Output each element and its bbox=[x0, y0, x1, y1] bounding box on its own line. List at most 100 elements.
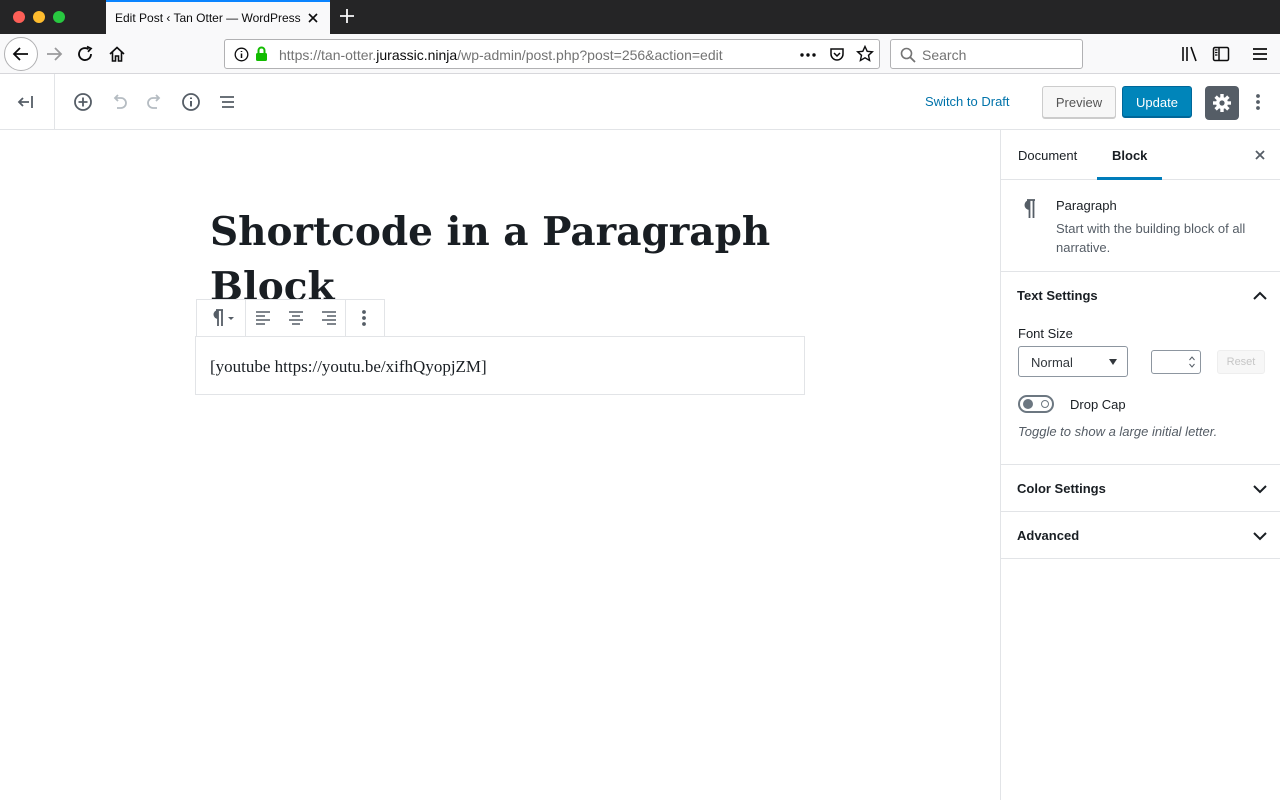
bookmark-star-icon[interactable] bbox=[856, 45, 874, 63]
sidebar-toggle-button[interactable] bbox=[1209, 42, 1233, 66]
url-path: /wp-admin/post.php?post=256&action=edit bbox=[457, 47, 723, 63]
home-button[interactable] bbox=[105, 42, 129, 66]
search-icon bbox=[900, 47, 916, 63]
spinner-arrows-icon[interactable] bbox=[1189, 355, 1195, 369]
new-tab-icon[interactable] bbox=[338, 7, 356, 25]
close-icon[interactable] bbox=[1253, 148, 1267, 162]
browser-tab-bar: Edit Post ‹ Tan Otter — WordPress bbox=[0, 0, 1280, 34]
text-settings-toggle[interactable]: Text Settings bbox=[1017, 288, 1098, 303]
more-options-group bbox=[346, 300, 382, 336]
alignment-group bbox=[246, 300, 346, 336]
advanced-title: Advanced bbox=[1017, 528, 1080, 543]
content-info-button[interactable] bbox=[179, 90, 203, 114]
text-settings-panel: Text Settings Font Size Normal Reset Dro… bbox=[1001, 272, 1280, 465]
window-close-button[interactable] bbox=[13, 11, 25, 23]
editor-header: Switch to Draft Preview Update bbox=[0, 74, 1280, 130]
settings-sidebar: Document Block Paragraph Start with the … bbox=[1000, 130, 1280, 800]
undo-button[interactable] bbox=[107, 90, 131, 114]
block-navigation-button[interactable] bbox=[215, 90, 239, 114]
sidebar-tabs: Document Block bbox=[1001, 130, 1280, 180]
font-size-label: Font Size bbox=[1018, 326, 1073, 341]
tab-document[interactable]: Document bbox=[1018, 130, 1077, 180]
font-size-select[interactable]: Normal bbox=[1018, 346, 1128, 377]
menu-button[interactable] bbox=[1248, 42, 1272, 66]
align-right-icon bbox=[321, 311, 336, 325]
header-divider bbox=[54, 74, 55, 130]
preview-button[interactable]: Preview bbox=[1042, 86, 1116, 118]
paragraph-text[interactable]: [youtube https://youtu.be/xifhQyopjZM] bbox=[210, 357, 487, 377]
block-card-description: Start with the building block of all nar… bbox=[1056, 221, 1246, 255]
library-icon bbox=[1182, 46, 1197, 62]
search-input[interactable]: Search bbox=[890, 39, 1083, 69]
settings-button[interactable] bbox=[1205, 86, 1239, 120]
url-text: https://tan-otter.jurassic.ninja/wp-admi… bbox=[279, 47, 723, 63]
info-icon[interactable] bbox=[234, 47, 249, 62]
tab-block[interactable]: Block bbox=[1097, 130, 1162, 180]
more-vertical-icon bbox=[1256, 94, 1260, 110]
block-more-options-button[interactable] bbox=[346, 300, 382, 336]
align-right-button[interactable] bbox=[312, 300, 345, 336]
custom-font-size-input[interactable] bbox=[1151, 350, 1201, 374]
sidebar-icon bbox=[1212, 46, 1230, 62]
arrow-right-icon bbox=[47, 47, 63, 61]
lock-icon[interactable] bbox=[255, 46, 268, 62]
paragraph-icon bbox=[1024, 199, 1035, 218]
block-toolbar bbox=[196, 299, 385, 337]
chevron-down-icon bbox=[1109, 359, 1117, 365]
forward-button[interactable] bbox=[42, 42, 66, 66]
redo-button[interactable] bbox=[143, 90, 167, 114]
update-button[interactable]: Update bbox=[1122, 86, 1192, 118]
redo-icon bbox=[147, 94, 161, 109]
more-tools-button[interactable] bbox=[1246, 90, 1270, 114]
advanced-panel[interactable]: Advanced bbox=[1001, 512, 1280, 559]
more-horizontal-icon[interactable] bbox=[799, 47, 817, 63]
block-card-title: Paragraph bbox=[1056, 198, 1117, 213]
font-size-value: Normal bbox=[1031, 355, 1073, 370]
add-block-button[interactable] bbox=[71, 90, 95, 114]
paragraph-block[interactable]: [youtube https://youtu.be/xifhQyopjZM] bbox=[195, 336, 805, 395]
undo-icon bbox=[113, 94, 127, 109]
block-switcher-group bbox=[197, 300, 246, 336]
color-settings-title: Color Settings bbox=[1017, 481, 1106, 496]
tab-title: Edit Post ‹ Tan Otter — WordPress bbox=[115, 11, 301, 25]
window-zoom-button[interactable] bbox=[53, 11, 65, 23]
close-icon[interactable] bbox=[306, 11, 320, 25]
window-minimize-button[interactable] bbox=[33, 11, 45, 23]
drop-cap-help: Toggle to show a large initial letter. bbox=[1018, 424, 1218, 439]
hamburger-menu-icon bbox=[1253, 48, 1267, 60]
browser-tab-active[interactable]: Edit Post ‹ Tan Otter — WordPress bbox=[106, 0, 330, 34]
more-vertical-icon bbox=[362, 310, 366, 326]
reload-icon bbox=[78, 45, 93, 61]
library-button[interactable] bbox=[1178, 42, 1202, 66]
drop-cap-toggle[interactable] bbox=[1018, 395, 1054, 413]
browser-nav-bar: https://tan-otter.jurassic.ninja/wp-admi… bbox=[0, 34, 1280, 74]
block-card: Paragraph Start with the building block … bbox=[1001, 180, 1280, 272]
align-left-icon bbox=[255, 311, 270, 325]
info-icon bbox=[182, 93, 200, 111]
drop-cap-label[interactable]: Drop Cap bbox=[1070, 397, 1126, 412]
toggle-off-indicator bbox=[1041, 400, 1049, 408]
plus-circle-icon bbox=[74, 93, 92, 111]
exit-editor-button[interactable] bbox=[14, 90, 38, 114]
reload-button[interactable] bbox=[73, 42, 97, 66]
paragraph-icon bbox=[213, 309, 234, 326]
switch-to-draft-link[interactable]: Switch to Draft bbox=[925, 94, 1010, 109]
color-settings-panel[interactable]: Color Settings bbox=[1001, 465, 1280, 512]
url-prefix: https://tan-otter. bbox=[279, 47, 377, 63]
pocket-icon[interactable] bbox=[829, 46, 845, 62]
arrow-left-icon bbox=[12, 47, 28, 61]
toggle-knob bbox=[1023, 399, 1033, 409]
align-center-button[interactable] bbox=[279, 300, 312, 336]
chevron-up-icon[interactable] bbox=[1251, 287, 1269, 305]
block-switcher-button[interactable] bbox=[197, 300, 245, 336]
font-size-reset-button[interactable]: Reset bbox=[1217, 350, 1265, 374]
url-domain: jurassic.ninja bbox=[376, 47, 458, 63]
back-button[interactable] bbox=[4, 37, 38, 71]
list-view-icon bbox=[220, 96, 234, 108]
exit-arrow-icon bbox=[17, 96, 33, 108]
home-icon bbox=[109, 46, 125, 62]
align-left-button[interactable] bbox=[246, 300, 279, 336]
chevron-down-icon bbox=[1253, 532, 1267, 541]
url-bar[interactable]: https://tan-otter.jurassic.ninja/wp-admi… bbox=[224, 39, 880, 69]
search-placeholder: Search bbox=[922, 47, 967, 63]
